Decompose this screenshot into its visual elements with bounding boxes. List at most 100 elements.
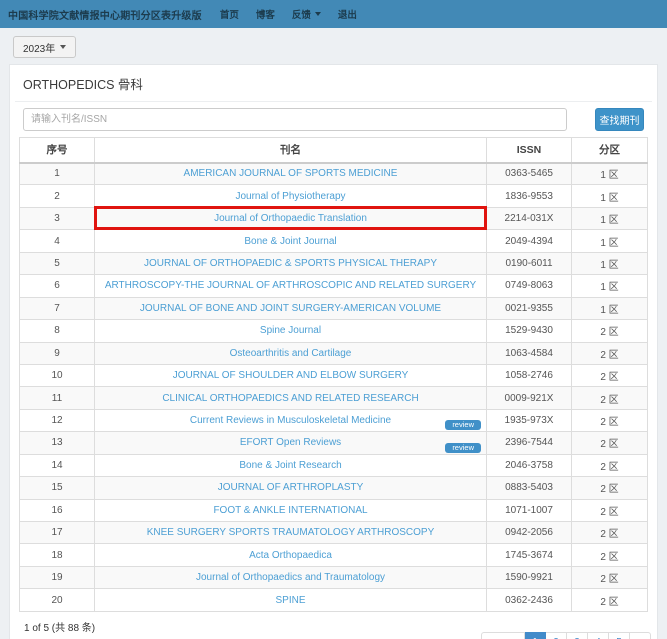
- table-row: 16FOOT & ANKLE INTERNATIONAL1071-10072 区: [20, 499, 648, 521]
- zone-cell: 1 区: [572, 275, 648, 297]
- journal-name-cell: Osteoarthritis and Cartilage: [95, 342, 487, 364]
- issn-cell: 2214-031X: [487, 207, 572, 229]
- journal-link[interactable]: JOURNAL OF SHOULDER AND ELBOW SURGERY: [173, 370, 409, 381]
- journal-link[interactable]: Journal of Orthopaedics and Traumatology: [196, 572, 385, 583]
- issn-cell: 1590-9921: [487, 566, 572, 588]
- issn-cell: 2396-7544: [487, 432, 572, 454]
- journal-link[interactable]: Osteoarthritis and Cartilage: [230, 348, 352, 359]
- journal-name-cell: JOURNAL OF SHOULDER AND ELBOW SURGERY: [95, 364, 487, 386]
- pagination-button-2[interactable]: 2: [546, 632, 567, 639]
- year-selector-bar: 2023年: [0, 28, 667, 64]
- issn-cell: 0363-5465: [487, 163, 572, 185]
- journal-table-wrap: 序号刊名ISSN分区 1AMERICAN JOURNAL OF SPORTS M…: [15, 135, 652, 612]
- review-badge: review: [445, 420, 481, 430]
- issn-cell: 0190-6011: [487, 252, 572, 274]
- row-index: 10: [20, 364, 95, 386]
- journal-link[interactable]: JOURNAL OF ARTHROPLASTY: [218, 482, 364, 493]
- journal-link[interactable]: JOURNAL OF BONE AND JOINT SURGERY-AMERIC…: [140, 303, 441, 314]
- journal-table: 序号刊名ISSN分区 1AMERICAN JOURNAL OF SPORTS M…: [19, 137, 648, 612]
- search-bar: 查找期刊: [15, 102, 652, 135]
- journal-name-cell: JOURNAL OF BONE AND JOINT SURGERY-AMERIC…: [95, 297, 487, 319]
- pagination-button-5[interactable]: 5: [609, 632, 630, 639]
- pagination-button-«[interactable]: «: [481, 632, 525, 639]
- nav-item-博客[interactable]: 博客: [256, 7, 275, 21]
- pagination-button-1[interactable]: 1: [525, 632, 546, 639]
- zone-cell: 1 区: [572, 230, 648, 252]
- zone-cell: 2 区: [572, 589, 648, 611]
- table-row: 17 KNEE SURGERY SPORTS TRAUMATOLOGY ARTHR…: [20, 522, 648, 544]
- table-row: 11CLINICAL ORTHOPAEDICS AND RELATED RESE…: [20, 387, 648, 409]
- nav-item-反馈[interactable]: 反馈: [292, 7, 321, 21]
- zone-cell: 2 区: [572, 522, 648, 544]
- journal-link[interactable]: Journal of Physiotherapy: [235, 191, 345, 202]
- journal-link[interactable]: Bone & Joint Journal: [244, 236, 336, 247]
- zone-cell: 2 区: [572, 566, 648, 588]
- row-index: 7: [20, 297, 95, 319]
- zone-cell: 2 区: [572, 477, 648, 499]
- table-row: 13EFORT Open Reviewsreview2396-75442 区: [20, 432, 648, 454]
- pagination-button-»[interactable]: »: [630, 632, 651, 639]
- journal-name-cell: KNEE SURGERY SPORTS TRAUMATOLOGY ARTHROS…: [95, 522, 487, 544]
- row-index: 20: [20, 589, 95, 611]
- pagination-button-4[interactable]: 4: [588, 632, 609, 639]
- zone-cell: 1 区: [572, 207, 648, 229]
- zone-cell: 2 区: [572, 320, 648, 342]
- journal-link[interactable]: EFORT Open Reviews: [240, 437, 341, 448]
- journal-link[interactable]: KNEE SURGERY SPORTS TRAUMATOLOGY ARTHROS…: [147, 527, 435, 538]
- journal-name-cell: JOURNAL OF ORTHOPAEDIC & SPORTS PHYSICAL…: [95, 252, 487, 274]
- journal-link[interactable]: Current Reviews in Musculoskeletal Medic…: [190, 415, 391, 426]
- site-brand[interactable]: 中国科学院文献情报中心期刊分区表升级版: [8, 7, 202, 22]
- nav-item-首页[interactable]: 首页: [220, 7, 239, 21]
- row-index: 18: [20, 544, 95, 566]
- issn-cell: 1058-2746: [487, 364, 572, 386]
- journal-link[interactable]: Spine Journal: [260, 325, 321, 336]
- journal-name-cell: FOOT & ANKLE INTERNATIONAL: [95, 499, 487, 521]
- year-dropdown-label: 2023年: [23, 40, 55, 55]
- pagination-button-3[interactable]: 3: [567, 632, 588, 639]
- issn-cell: 2046-3758: [487, 454, 572, 476]
- journal-link[interactable]: Bone & Joint Research: [239, 460, 341, 471]
- content-panel: ORTHOPEDICS 骨科 查找期刊 序号刊名ISSN分区 1AMERICAN…: [9, 64, 658, 639]
- row-index: 14: [20, 454, 95, 476]
- journal-link[interactable]: CLINICAL ORTHOPAEDICS AND RELATED RESEAR…: [162, 393, 418, 404]
- column-header-ISSN: ISSN: [487, 138, 572, 163]
- search-journal-button[interactable]: 查找期刊: [595, 108, 644, 131]
- table-row: 20SPINE0362-24362 区: [20, 589, 648, 611]
- zone-cell: 1 区: [572, 297, 648, 319]
- journal-link[interactable]: Acta Orthopaedica: [249, 550, 332, 561]
- journal-name-cell: ARTHROSCOPY-THE JOURNAL OF ARTHROSCOPIC …: [95, 275, 487, 297]
- issn-cell: 0942-2056: [487, 522, 572, 544]
- issn-cell: 1745-3674: [487, 544, 572, 566]
- table-row: 6ARTHROSCOPY-THE JOURNAL OF ARTHROSCOPIC…: [20, 275, 648, 297]
- row-index: 1: [20, 163, 95, 185]
- nav-item-退出[interactable]: 退出: [338, 7, 357, 21]
- table-row: 8 Spine Journal 1529-94302 区: [20, 320, 648, 342]
- issn-cell: 1836-9553: [487, 185, 572, 207]
- year-dropdown-button[interactable]: 2023年: [13, 36, 76, 58]
- journal-link[interactable]: ARTHROSCOPY-THE JOURNAL OF ARTHROSCOPIC …: [105, 280, 476, 291]
- row-index: 3: [20, 207, 95, 229]
- row-index: 8: [20, 320, 95, 342]
- issn-cell: 1529-9430: [487, 320, 572, 342]
- issn-cell: 1071-1007: [487, 499, 572, 521]
- journal-link[interactable]: SPINE: [275, 595, 305, 606]
- row-index: 17: [20, 522, 95, 544]
- table-row: 3 Journal of Orthopaedic Translation 2214-…: [20, 207, 648, 229]
- table-row: 15JOURNAL OF ARTHROPLASTY0883-54032 区: [20, 477, 648, 499]
- table-row: 9Osteoarthritis and Cartilage1063-45842 …: [20, 342, 648, 364]
- journal-link[interactable]: JOURNAL OF ORTHOPAEDIC & SPORTS PHYSICAL…: [144, 258, 437, 269]
- issn-cell: 0009-921X: [487, 387, 572, 409]
- journal-name-cell: Spine Journal: [95, 320, 487, 342]
- table-row: 7 JOURNAL OF BONE AND JOINT SURGERY-AMERI…: [20, 297, 648, 319]
- journal-link[interactable]: Journal of Orthopaedic Translation: [214, 213, 367, 224]
- journal-link[interactable]: AMERICAN JOURNAL OF SPORTS MEDICINE: [184, 168, 398, 179]
- journal-name-cell: Current Reviews in Musculoskeletal Medic…: [95, 409, 487, 431]
- row-index: 19: [20, 566, 95, 588]
- search-input[interactable]: [23, 108, 567, 131]
- row-index: 9: [20, 342, 95, 364]
- row-index: 13: [20, 432, 95, 454]
- issn-cell: 1063-4584: [487, 342, 572, 364]
- journal-link[interactable]: FOOT & ANKLE INTERNATIONAL: [213, 505, 367, 516]
- pagination: «12345»: [481, 632, 651, 639]
- zone-cell: 2 区: [572, 364, 648, 386]
